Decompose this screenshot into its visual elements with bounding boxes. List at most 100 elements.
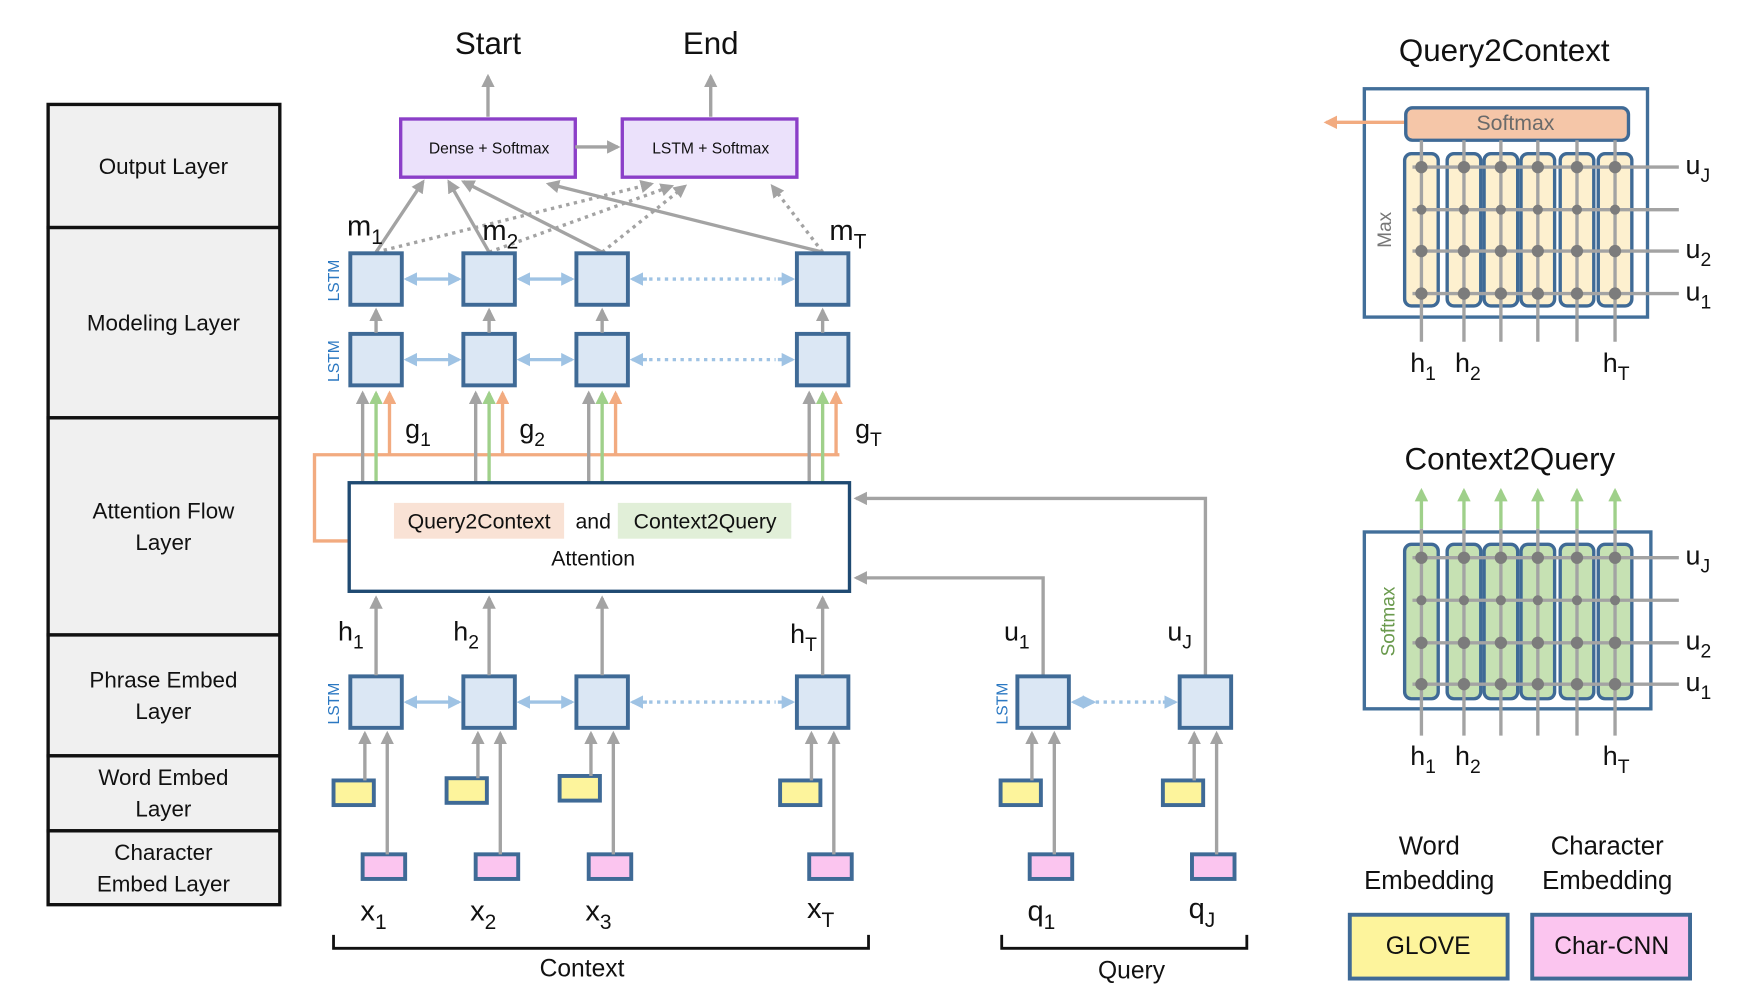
word-embedding-cell <box>778 778 823 808</box>
char-embedding-cell <box>807 852 854 881</box>
context-token: x1 <box>360 895 386 934</box>
context-token: x2 <box>470 895 496 934</box>
lstm-label: LSTM <box>326 260 343 302</box>
lstm-label: LSTM <box>994 683 1011 725</box>
lstm-label: LSTM <box>326 683 343 725</box>
dense-softmax-label: Dense + Softmax <box>429 141 550 158</box>
similarity-node <box>1458 595 1469 606</box>
similarity-node <box>1457 244 1471 258</box>
similarity-node <box>1416 204 1427 215</box>
similarity-node <box>1531 244 1544 258</box>
context-hidden-label: hT <box>790 619 817 656</box>
lstm-label: LSTM <box>326 340 343 382</box>
layer-legend-table: Output Layer Modeling Layer Attention Flow… <box>46 102 282 907</box>
similarity-node <box>1570 287 1584 300</box>
query-token: q1 <box>1027 895 1055 934</box>
similarity-node <box>1531 678 1544 691</box>
attention-text: Attention <box>551 547 635 571</box>
query-label: Query <box>1098 958 1166 985</box>
similarity-node <box>1416 595 1427 606</box>
similarity-node <box>1495 204 1506 215</box>
similarity-node <box>1458 204 1469 215</box>
c2q-attention-text: Context2Query <box>634 510 777 534</box>
context2query-panel: Context2Query Softmax uJ u2 u1 h1 h2 hT <box>1362 441 1712 778</box>
char-embedding-cell <box>360 852 408 881</box>
similarity-node <box>1532 204 1543 215</box>
layer-label: Layer <box>135 796 192 821</box>
attention-output-label: g2 <box>519 414 545 451</box>
word-embedding-cell <box>444 776 489 805</box>
word-embedding-cell <box>998 778 1043 808</box>
modeling-lstm-cell <box>348 331 404 388</box>
embedding-legend: Word Embedding Character Embedding GLOVE Ch… <box>1347 832 1692 981</box>
similarity-node <box>1532 595 1543 606</box>
similarity-node <box>1415 287 1428 300</box>
word-embedding-title: Word <box>1399 832 1460 860</box>
similarity-node <box>1415 636 1428 649</box>
char-embedding-cell <box>586 852 634 881</box>
similarity-node <box>1608 678 1622 691</box>
panel-h-label: h1 <box>1410 741 1436 778</box>
layer-label: Phrase Embed <box>89 668 237 693</box>
modeling-output-label: mT <box>829 215 866 254</box>
modeling-lstm-cell <box>348 251 404 307</box>
similarity-node <box>1457 636 1471 649</box>
layer-label: Character <box>114 840 213 865</box>
attention-output-label: gT <box>855 414 882 451</box>
aggregation-label: Max <box>1375 211 1396 247</box>
char-cnn-label: Char-CNN <box>1554 933 1669 960</box>
context-lstm-cell <box>348 674 404 730</box>
end-label: End <box>683 26 739 61</box>
similarity-node <box>1571 595 1583 606</box>
similarity-node <box>1494 160 1508 174</box>
context-lstm-cell <box>794 674 851 730</box>
similarity-node <box>1570 636 1584 649</box>
context-token: x3 <box>585 895 611 934</box>
softmax-label: Softmax <box>1476 111 1554 135</box>
panel-h-label: h2 <box>1455 741 1481 778</box>
similarity-node <box>1457 678 1471 691</box>
context-label: Context <box>540 955 625 982</box>
modeling-layer: LSTM LSTM <box>326 251 851 388</box>
panel-u-label: u1 <box>1686 667 1712 704</box>
panel-u-label: uJ <box>1686 540 1711 577</box>
modeling-lstm-cell <box>574 331 630 388</box>
query-token: qJ <box>1189 893 1216 932</box>
word-embedding-cell <box>1160 778 1206 808</box>
similarity-node <box>1608 287 1622 300</box>
query-hidden-label: u1 <box>1004 617 1030 654</box>
layer-attention-flow <box>46 416 282 637</box>
query-lstm-cell <box>1177 674 1234 730</box>
aggregation-label: Softmax <box>1379 586 1400 656</box>
char-embedding-cell <box>473 852 521 881</box>
similarity-node <box>1494 551 1508 564</box>
panel-h-label: h1 <box>1410 348 1436 385</box>
panel-u-label: u2 <box>1686 234 1712 271</box>
panel-h-label: h2 <box>1455 348 1481 385</box>
modeling-lstm-cell <box>794 331 851 388</box>
panel-h-label: hT <box>1603 348 1630 385</box>
modeling-lstm-cell <box>794 251 851 307</box>
word-embedding-cell <box>557 774 602 803</box>
modeling-lstm-cell <box>574 251 630 307</box>
similarity-node <box>1531 287 1544 300</box>
context-bracket <box>332 934 870 950</box>
similarity-node <box>1571 204 1583 215</box>
similarity-node <box>1608 551 1622 564</box>
layer-label: Layer <box>135 530 192 555</box>
modeling-output-label: m1 <box>347 210 383 249</box>
similarity-node <box>1457 160 1471 174</box>
q2c-panel-title: Query2Context <box>1399 33 1610 68</box>
similarity-node <box>1570 244 1584 258</box>
bidaf-architecture-diagram: Output Layer Modeling Layer Attention Flow… <box>46 26 1712 985</box>
layer-phrase-embed <box>46 633 282 758</box>
panel-u-label: u1 <box>1686 276 1712 313</box>
glove-label: GLOVE <box>1386 933 1471 960</box>
similarity-node <box>1531 636 1544 649</box>
modeling-lstm-cell <box>461 331 517 388</box>
similarity-node <box>1570 160 1584 174</box>
similarity-node <box>1495 595 1506 606</box>
char-embedding-cell <box>1027 852 1075 881</box>
similarity-node <box>1457 287 1471 300</box>
layer-label: Embed Layer <box>97 871 231 896</box>
